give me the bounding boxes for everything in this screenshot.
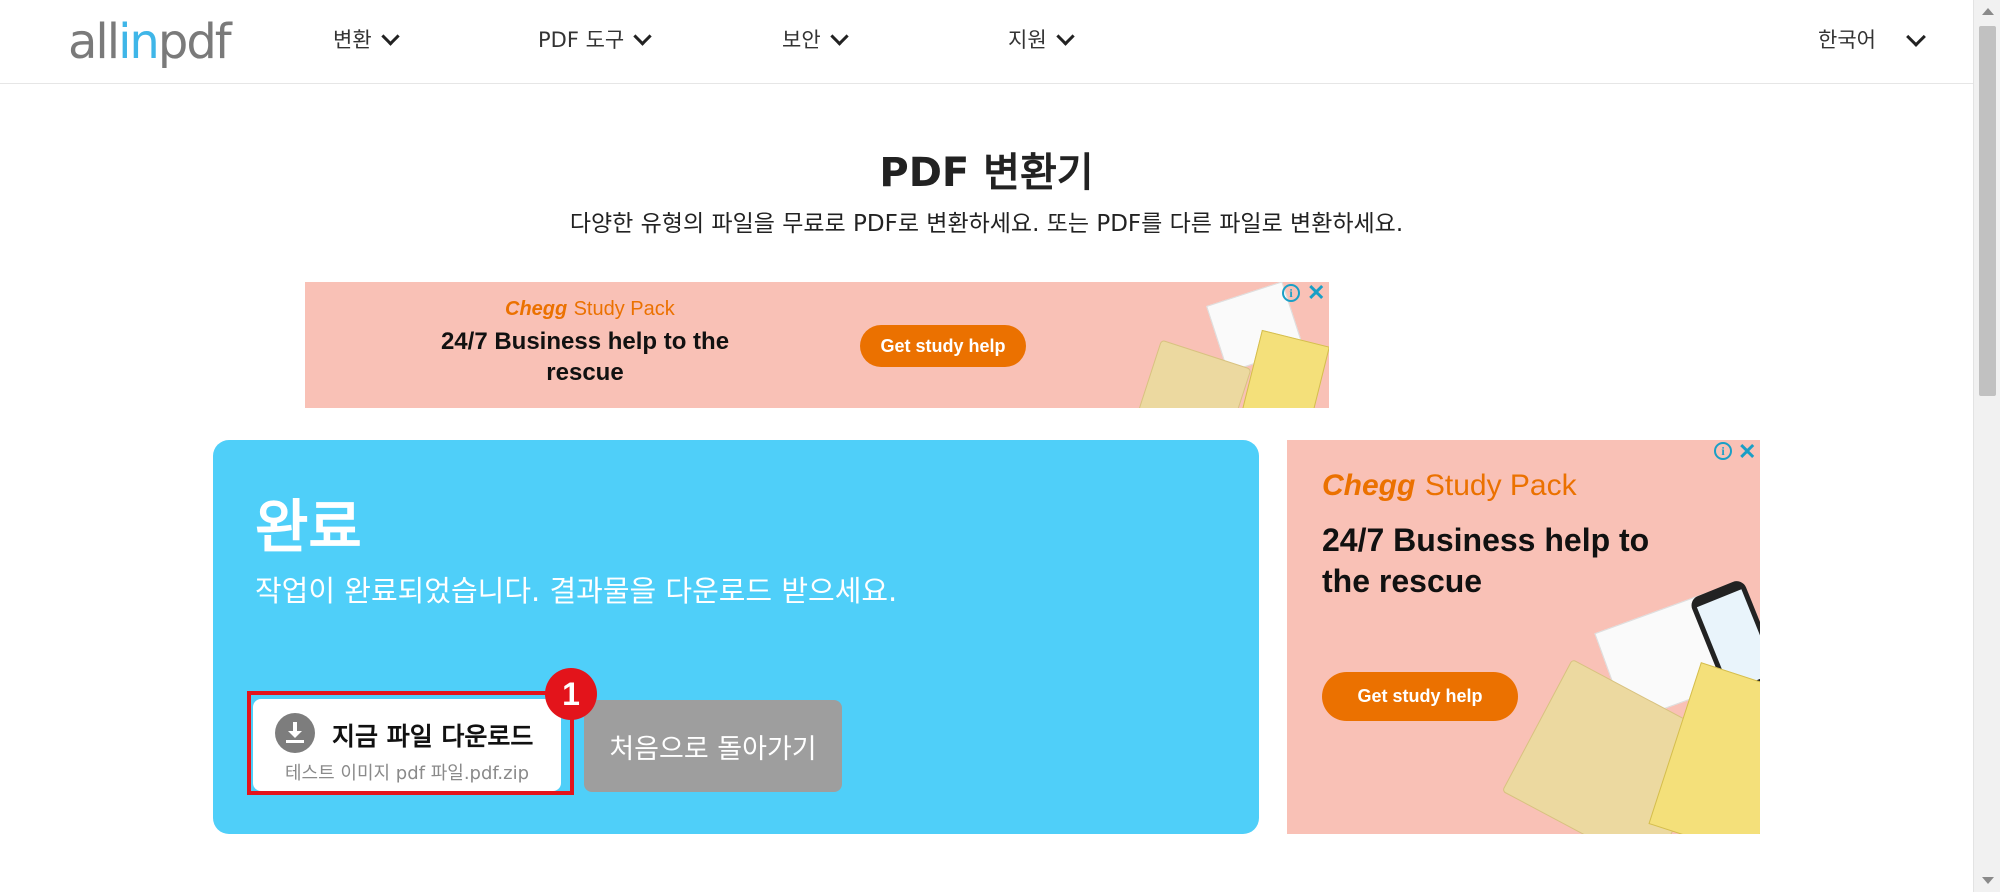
page-scrollbar[interactable] bbox=[1973, 0, 2000, 892]
annotation-highlight-box bbox=[247, 691, 574, 795]
result-message: 작업이 완료되었습니다. 결과물을 다운로드 받으세요. bbox=[255, 574, 898, 608]
logo-text-pdf: pdf bbox=[157, 14, 232, 70]
chevron-down-icon bbox=[1055, 26, 1075, 46]
ad-cta-button[interactable]: Get study help bbox=[860, 325, 1026, 367]
chevron-down-icon bbox=[829, 26, 849, 46]
nav-support[interactable]: 지원 bbox=[1008, 24, 1075, 54]
language-chevron-down-icon[interactable] bbox=[1906, 27, 1926, 47]
side-ad[interactable]: Chegg Study Pack 24/7 Business help to t… bbox=[1287, 440, 1760, 834]
nav-pdf-tools[interactable]: PDF 도구 bbox=[538, 24, 652, 54]
ad-close-icon[interactable]: ✕ bbox=[1738, 441, 1756, 463]
nav-pdf-tools-label: PDF 도구 bbox=[538, 28, 625, 52]
banner-ad[interactable]: Chegg Study Pack 24/7 Business help to t… bbox=[305, 282, 1329, 408]
page-title: PDF 변환기 bbox=[879, 150, 1094, 196]
nav-security[interactable]: 보안 bbox=[782, 24, 849, 54]
logo-text-all: all bbox=[68, 14, 120, 70]
ad-headline: 24/7 Business help to the rescue bbox=[1322, 522, 1650, 599]
chevron-down-icon bbox=[380, 26, 400, 46]
chevron-down-icon bbox=[633, 26, 652, 46]
back-to-start-button[interactable]: 처음으로 돌아가기 bbox=[584, 700, 842, 792]
scroll-up-arrow-icon[interactable] bbox=[1982, 8, 1994, 15]
ad-info-icon[interactable]: i bbox=[1282, 284, 1300, 302]
ad-cta-button[interactable]: Get study help bbox=[1322, 672, 1518, 721]
chegg-logo-text: Chegg bbox=[1322, 469, 1416, 502]
annotation-step-badge: 1 bbox=[545, 668, 597, 720]
allinpdf-logo[interactable]: allinpdf bbox=[68, 14, 232, 70]
page-subtitle: 다양한 유형의 파일을 무료로 PDF로 변환하세요. 또는 PDF를 다른 파… bbox=[569, 211, 1404, 237]
study-pack-text: Study Pack bbox=[573, 298, 675, 320]
nav-support-label: 지원 bbox=[1008, 28, 1047, 52]
nav-convert[interactable]: 변환 bbox=[333, 24, 400, 54]
ad-info-icon[interactable]: i bbox=[1714, 442, 1732, 460]
ad-brand: Chegg Study Pack bbox=[1322, 468, 1577, 503]
scrollbar-thumb[interactable] bbox=[1979, 26, 1996, 396]
study-pack-text: Study Pack bbox=[1424, 469, 1577, 502]
ad-brand: Chegg Study Pack bbox=[505, 296, 675, 321]
top-header: allinpdf 변환 PDF 도구 보안 지원 한국어 bbox=[0, 0, 1973, 84]
scroll-down-arrow-icon[interactable] bbox=[1982, 877, 1994, 884]
chegg-logo-text: Chegg bbox=[505, 298, 568, 320]
logo-text-in: in bbox=[118, 14, 160, 70]
ad-close-icon[interactable]: ✕ bbox=[1307, 282, 1325, 304]
result-title: 완료 bbox=[255, 493, 362, 561]
nav-security-label: 보안 bbox=[782, 28, 821, 52]
nav-convert-label: 변환 bbox=[333, 28, 372, 52]
ad-headline: 24/7 Business help to the rescue bbox=[440, 328, 730, 386]
language-selector[interactable]: 한국어 bbox=[1818, 24, 1876, 54]
